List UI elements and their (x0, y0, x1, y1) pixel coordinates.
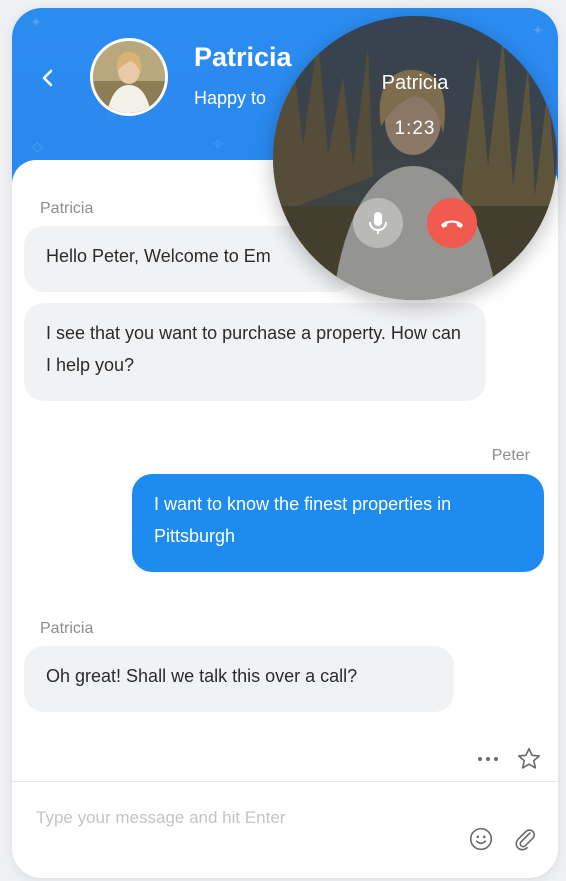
sender-name: Patricia (40, 620, 94, 637)
chevron-left-icon (42, 69, 53, 87)
ellipsis-icon (478, 757, 498, 761)
emoji-button[interactable] (468, 826, 494, 852)
call-timer: 1:23 (394, 118, 436, 139)
doodle-icon: ✧ (212, 136, 224, 152)
message-input[interactable] (34, 802, 438, 834)
more-options-button[interactable] (474, 746, 502, 772)
message-bubble-incoming: I see that you want to purchase a proper… (24, 303, 486, 401)
message-bubble-outgoing: I want to know the finest properties in … (132, 474, 544, 572)
doodle-icon: ◇ (32, 138, 43, 154)
paperclip-icon (515, 829, 536, 851)
caller-video (273, 16, 557, 300)
phone-hangup-icon (441, 220, 463, 228)
message-tools (474, 746, 542, 772)
star-outline-icon (518, 747, 540, 769)
smiley-icon (469, 827, 493, 851)
message-bubble-incoming: Oh great! Shall we talk this over a call… (24, 646, 454, 712)
microphone-icon (369, 212, 387, 234)
attach-button[interactable] (512, 826, 538, 852)
avatar-photo (93, 41, 165, 113)
video-call-overlay[interactable]: Patricia 1:23 (273, 16, 557, 300)
call-contact-name: Patricia (381, 72, 449, 94)
hang-up-button[interactable] (427, 198, 477, 248)
mute-button[interactable] (353, 198, 403, 248)
avatar[interactable] (90, 38, 168, 116)
doodle-icon: ✦ (30, 14, 42, 30)
sender-name: Patricia (40, 200, 94, 217)
back-button[interactable] (36, 66, 60, 90)
contact-status: Happy to (194, 88, 267, 108)
star-button[interactable] (516, 746, 542, 772)
message-composer (12, 782, 558, 878)
sender-name: Peter (491, 447, 530, 464)
